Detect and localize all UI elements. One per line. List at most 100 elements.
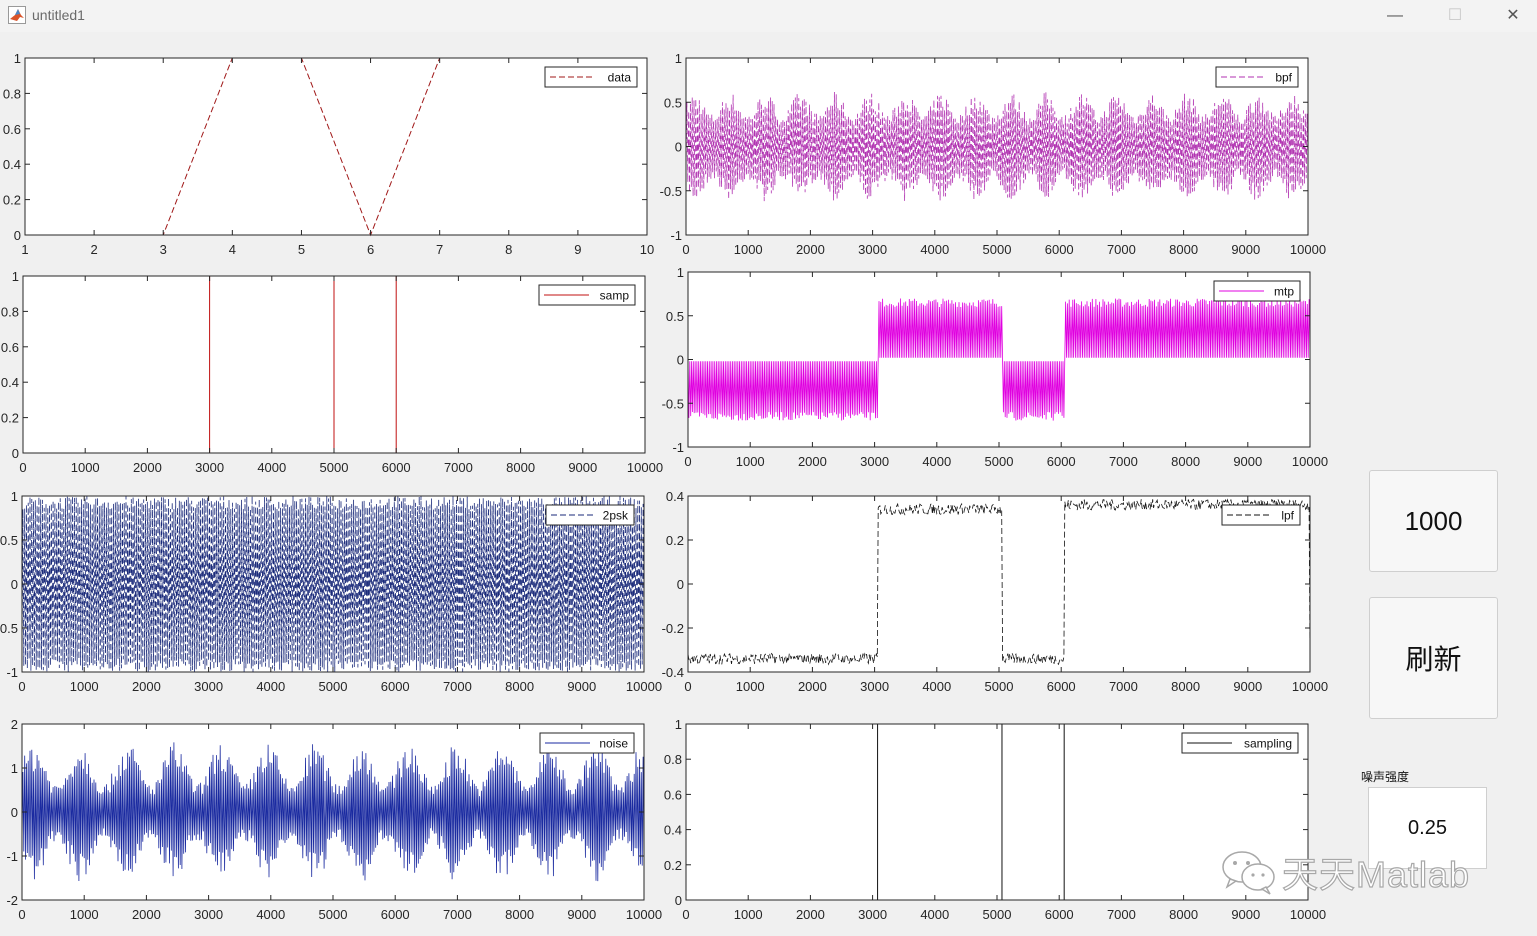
refresh-button[interactable]: 刷新: [1369, 597, 1498, 719]
x-tick-label: 3000: [860, 454, 889, 469]
x-tick-label: 2000: [798, 454, 827, 469]
y-tick-label: 0: [675, 140, 682, 155]
x-tick-label: 10000: [1290, 242, 1326, 257]
x-tick-label: 4: [229, 242, 236, 257]
y-tick-label: 0.4: [3, 157, 21, 172]
x-tick-label: 4000: [257, 460, 286, 475]
x-tick-label: 4000: [920, 907, 949, 922]
x-tick-label: 2000: [798, 679, 827, 694]
watermark-text: 天天Matlab: [1281, 853, 1471, 895]
y-tick-label: 0.6: [664, 787, 682, 802]
window-title: untitled1: [32, 7, 85, 23]
x-tick-label: 3000: [194, 679, 223, 694]
y-tick-label: 0.5: [0, 533, 18, 548]
x-tick-label: 10000: [1292, 454, 1328, 469]
y-tick-label: 0: [11, 805, 18, 820]
y-tick-label: 0.5: [666, 309, 684, 324]
x-tick-label: 7000: [443, 907, 472, 922]
legend-label: sampling: [1244, 737, 1292, 751]
x-tick-label: 9000: [1231, 907, 1260, 922]
legend-label: mtp: [1274, 285, 1294, 299]
watermark: 天天Matlab: [1220, 846, 1470, 898]
x-tick-label: 8000: [1169, 907, 1198, 922]
close-button[interactable]: ✕: [1490, 0, 1536, 32]
noise-strength-label: 噪声强度: [1361, 770, 1410, 784]
x-tick-label: 10000: [627, 460, 663, 475]
x-tick-label: 0: [19, 460, 26, 475]
axes-samp: 0 1000 2000 3000 4000 5000 6000 7000 8000 9000 100…: [1, 269, 663, 475]
y-tick-label: 0.4: [1, 375, 19, 390]
y-tick-label: 0.6: [1, 340, 19, 355]
y-tick-label: 0: [14, 228, 21, 243]
legend-2psk[interactable]: 2psk: [545, 504, 635, 526]
x-tick-label: 1000: [736, 454, 765, 469]
x-tick-label: 3000: [858, 242, 887, 257]
x-tick-label: 1000: [734, 907, 763, 922]
x-tick-label: 2000: [132, 679, 161, 694]
legend-noise[interactable]: noise: [539, 732, 635, 754]
x-tick-label: 9000: [567, 907, 596, 922]
y-tick-label: 0: [677, 577, 684, 592]
y-tick-label: 0.2: [3, 193, 21, 208]
x-tick-label: 1000: [70, 679, 99, 694]
y-tick-label: -0.4: [662, 665, 684, 680]
y-tick-label: 1: [677, 265, 684, 280]
x-tick-label: 8: [505, 242, 512, 257]
x-tick-label: 9000: [1233, 454, 1262, 469]
y-tick-label: -0.5: [0, 621, 18, 636]
legend-lpf[interactable]: lpf: [1221, 504, 1301, 526]
legend-bpf[interactable]: bpf: [1215, 66, 1299, 88]
plot-area: [688, 496, 1310, 672]
x-tick-label: 10000: [1290, 907, 1326, 922]
axes-mtp: 0 1000 2000 3000 4000 5000 6000 7000 8000 9000 100…: [662, 265, 1328, 469]
x-tick-label: 5000: [985, 454, 1014, 469]
y-tick-label: 1: [14, 51, 21, 66]
wechat-icon: [1222, 851, 1275, 895]
x-tick-label: 5: [298, 242, 305, 257]
x-tick-label: 0: [682, 907, 689, 922]
x-tick-label: 0: [18, 907, 25, 922]
y-tick-label: 1: [675, 717, 682, 732]
x-tick-label: 6000: [381, 907, 410, 922]
maximize-button[interactable]: ☐: [1432, 0, 1478, 32]
x-tick-label: 0: [18, 679, 25, 694]
legend-sampling[interactable]: sampling: [1181, 732, 1299, 754]
y-tick-label: 1: [12, 269, 19, 284]
y-tick-label: 0.8: [1, 304, 19, 319]
x-tick-label: 4000: [256, 679, 285, 694]
title-bar: untitled1 — ☐ ✕: [0, 0, 1537, 32]
x-tick-label: 5000: [983, 907, 1012, 922]
x-tick-label: 8000: [505, 907, 534, 922]
x-tick-label: 4000: [922, 679, 951, 694]
y-tick-label: -1: [672, 440, 684, 455]
x-tick-label: 1000: [71, 460, 100, 475]
x-tick-label: 6000: [1047, 679, 1076, 694]
x-tick-label: 10000: [1292, 679, 1328, 694]
x-tick-label: 4000: [922, 454, 951, 469]
matlab-app-icon: [8, 6, 26, 24]
x-tick-label: 6: [367, 242, 374, 257]
y-tick-label: -1: [670, 228, 682, 243]
legend-data[interactable]: data: [544, 66, 638, 88]
x-tick-label: 5000: [983, 242, 1012, 257]
count-button[interactable]: 1000: [1369, 470, 1498, 572]
y-tick-label: -2: [6, 893, 18, 908]
x-tick-label: 5000: [319, 907, 348, 922]
x-tick-label: 9000: [567, 679, 596, 694]
x-tick-label: 6000: [382, 460, 411, 475]
y-tick-label: 0.2: [664, 858, 682, 873]
legend-label: lpf: [1281, 509, 1294, 523]
legend-samp[interactable]: samp: [538, 284, 636, 306]
x-tick-label: 4000: [920, 242, 949, 257]
x-tick-label: 1: [21, 242, 28, 257]
legend-mtp[interactable]: mtp: [1213, 280, 1301, 302]
x-tick-label: 10: [640, 242, 654, 257]
legend-label: noise: [599, 737, 628, 751]
x-tick-label: 7000: [1109, 454, 1138, 469]
minimize-button[interactable]: —: [1372, 0, 1418, 32]
x-tick-label: 7000: [1107, 242, 1136, 257]
y-tick-label: 0.6: [3, 122, 21, 137]
x-tick-label: 2: [90, 242, 97, 257]
y-tick-label: 0.5: [664, 95, 682, 110]
y-tick-label: 0: [677, 353, 684, 368]
